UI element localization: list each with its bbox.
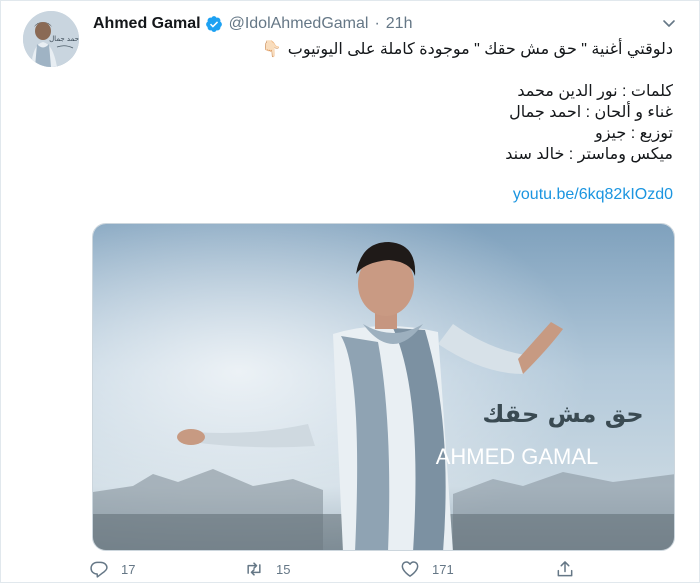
credit-lyrics: كلمات : نور الدين محمد bbox=[517, 83, 673, 100]
media-song-title: حق مش حقك bbox=[482, 400, 643, 428]
header-separator: · bbox=[374, 15, 380, 32]
tweet-text: دلوقتي أغنية " حق مش حقك " موجودة كاملة … bbox=[93, 39, 673, 205]
media-image[interactable]: حق مش حقك AHMED GAMAL bbox=[92, 223, 675, 551]
media-artist-name: AHMED GAMAL bbox=[436, 444, 599, 469]
share-icon bbox=[557, 561, 573, 577]
display-name[interactable]: Ahmed Gamal bbox=[93, 15, 201, 33]
reply-icon bbox=[90, 561, 108, 578]
avatar-caption: أحمد جمال bbox=[49, 34, 79, 43]
avatar[interactable]: أحمد جمال bbox=[23, 11, 79, 67]
like-button[interactable]: 171 bbox=[400, 559, 454, 579]
song-credits: كلمات : نور الدين محمد غناء و ألحان : اح… bbox=[93, 81, 673, 165]
pointing-down-emoji: 👇🏻 bbox=[261, 41, 282, 58]
heart-icon bbox=[401, 561, 419, 577]
verified-badge-icon bbox=[205, 15, 223, 33]
retweet-button[interactable]: 15 bbox=[244, 559, 290, 579]
tweet-actions: 17 15 171 bbox=[89, 559, 689, 581]
credit-arrangement: توزيع : جيزو bbox=[594, 125, 673, 142]
like-count: 171 bbox=[432, 561, 454, 577]
share-button[interactable] bbox=[555, 559, 587, 579]
tweet-card[interactable]: أحمد جمال Ahmed Gamal @IdolAhmedGamal · … bbox=[0, 0, 700, 583]
credit-mix-master: ميكس وماستر : خالد سند bbox=[505, 146, 673, 163]
chevron-down-icon[interactable] bbox=[661, 15, 677, 31]
tweet-text-line: دلوقتي أغنية " حق مش حقك " موجودة كاملة … bbox=[93, 39, 673, 60]
retweet-icon bbox=[247, 562, 261, 576]
tweet-timestamp[interactable]: 21h bbox=[386, 15, 413, 33]
author-handle[interactable]: @IdolAhmedGamal bbox=[229, 15, 369, 33]
youtube-link[interactable]: youtu.be/6kq82kIOzd0 bbox=[93, 184, 673, 205]
reply-button[interactable]: 17 bbox=[89, 559, 135, 579]
tweet-header: Ahmed Gamal @IdolAhmedGamal · 21h bbox=[93, 13, 412, 35]
reply-count: 17 bbox=[121, 561, 136, 577]
credit-vocals-composition: غناء و ألحان : احمد جمال bbox=[509, 104, 673, 121]
tweet-headline: دلوقتي أغنية " حق مش حقك " موجودة كاملة … bbox=[287, 41, 673, 58]
retweet-count: 15 bbox=[276, 561, 291, 577]
